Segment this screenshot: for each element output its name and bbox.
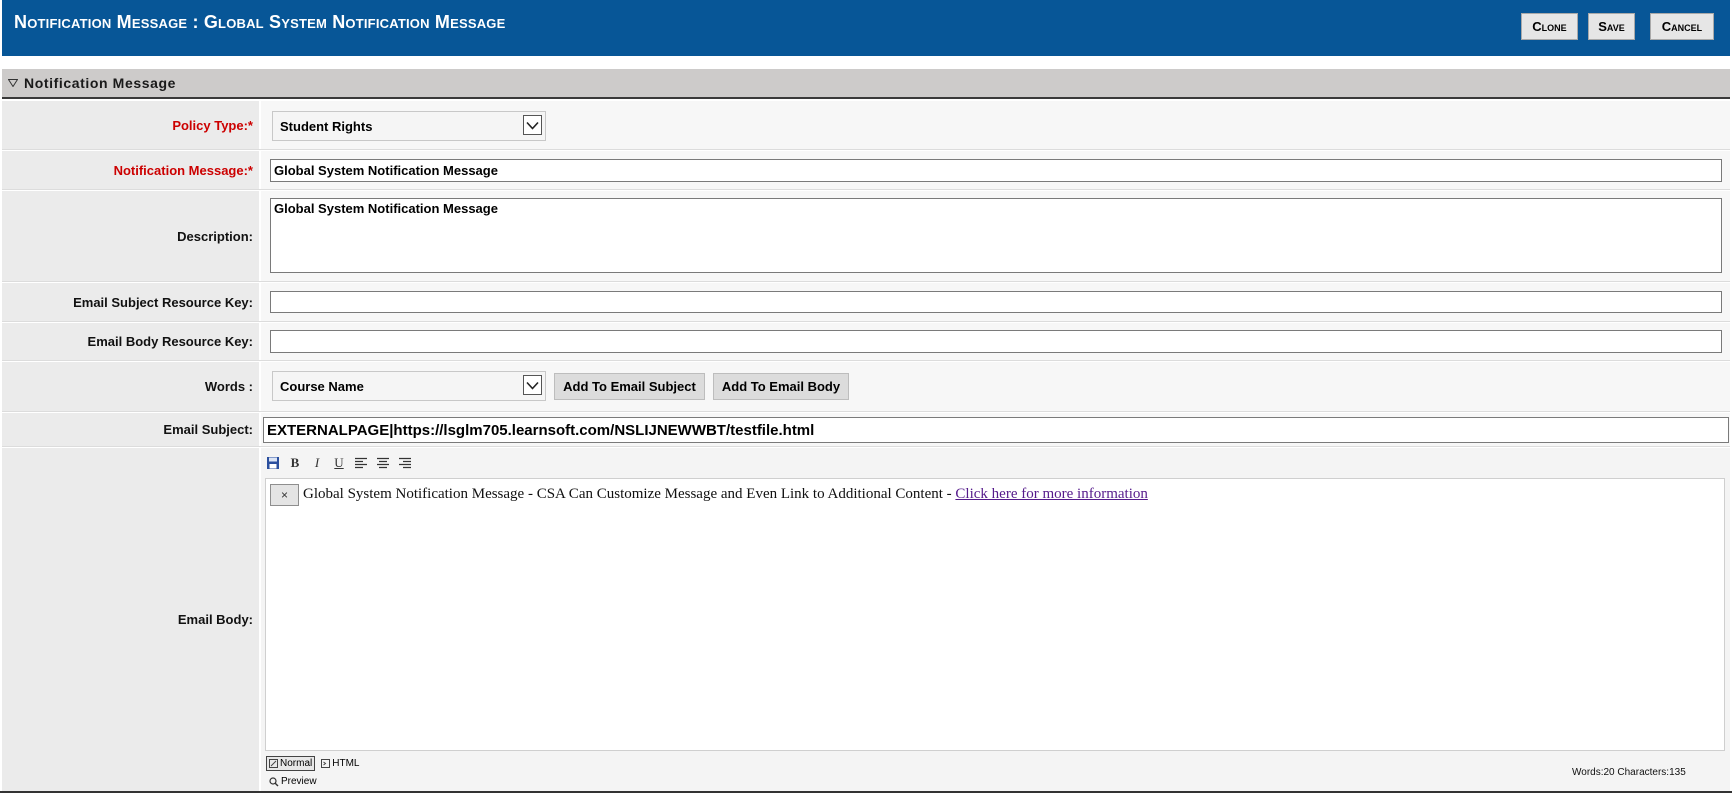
chevron-down-icon[interactable]	[523, 375, 542, 395]
email-body-editor[interactable]: × Global System Notification Message - C…	[265, 478, 1725, 751]
magnifier-icon	[269, 776, 279, 786]
html-icon	[321, 759, 331, 768]
preview-mode-label: Preview	[281, 776, 317, 787]
email-body-resource-key-label: Email Body Resource Key:	[2, 323, 259, 360]
more-information-link[interactable]: Click here for more information	[955, 486, 1147, 502]
remove-button[interactable]: ×	[270, 484, 299, 506]
normal-mode-label: Normal	[280, 758, 313, 769]
normal-mode-tab[interactable]: Normal	[266, 756, 316, 771]
email-body-label: Email Body:	[2, 448, 259, 791]
page-header: Notification Message : Global System Not…	[2, 0, 1730, 56]
add-to-email-body-button[interactable]: Add To Email Body	[713, 373, 849, 400]
save-button[interactable]: Save	[1588, 13, 1635, 40]
word-character-counter: Words:20 Characters:135	[1572, 767, 1686, 778]
add-to-email-subject-button[interactable]: Add To Email Subject	[554, 373, 705, 400]
notification-message-label: Notification Message:*	[2, 151, 259, 189]
page-title: Notification Message : Global System Not…	[14, 12, 506, 32]
email-subject-row: Email Subject:	[2, 413, 1730, 447]
policy-type-value: Student Rights	[280, 118, 373, 134]
editor-mode-tabs: Normal HTML	[266, 756, 361, 771]
underline-icon[interactable]: U	[330, 454, 348, 472]
policy-type-select[interactable]: Student Rights	[272, 111, 546, 141]
words-value: Course Name	[280, 378, 364, 394]
align-right-icon[interactable]	[396, 454, 414, 472]
description-label: Description:	[2, 191, 259, 281]
words-row: Words : Course Name Add To Email Subject…	[2, 362, 1730, 412]
clone-button[interactable]: Clone	[1521, 13, 1578, 40]
edit-icon	[269, 759, 278, 768]
save-icon[interactable]	[264, 454, 282, 472]
section-title: Notification Message	[24, 75, 177, 91]
email-body-text: Global System Notification Message - CSA…	[303, 486, 956, 502]
email-body-resource-key-row: Email Body Resource Key:	[2, 323, 1730, 361]
description-textarea[interactable]: Global System Notification Message	[270, 198, 1722, 273]
section-header[interactable]: Notification Message	[2, 69, 1730, 99]
align-left-icon[interactable]	[352, 454, 370, 472]
cancel-button[interactable]: Cancel	[1650, 13, 1714, 40]
html-mode-label: HTML	[332, 758, 360, 769]
notification-message-row: Notification Message:*	[2, 151, 1730, 190]
email-body-resource-key-input[interactable]	[270, 330, 1722, 353]
chevron-down-icon[interactable]	[523, 115, 542, 135]
email-subject-resource-key-row: Email Subject Resource Key:	[2, 283, 1730, 322]
email-subject-resource-key-input[interactable]	[270, 291, 1722, 313]
words-label: Words :	[2, 362, 259, 411]
editor-toolbar: B I U	[264, 450, 414, 476]
bold-icon[interactable]: B	[286, 454, 304, 472]
email-body-content[interactable]: Global System Notification Message - CSA…	[303, 486, 1148, 503]
html-mode-tab[interactable]: HTML	[319, 756, 361, 771]
description-row: Description: Global System Notification …	[2, 191, 1730, 282]
policy-type-label: Policy Type:*	[2, 101, 259, 149]
policy-type-row: Policy Type:* Student Rights	[2, 101, 1730, 150]
email-subject-input[interactable]	[263, 417, 1729, 443]
email-subject-resource-key-label: Email Subject Resource Key:	[2, 283, 259, 321]
align-center-icon[interactable]	[374, 454, 392, 472]
notification-message-input[interactable]	[270, 159, 1722, 182]
preview-mode-tab[interactable]: Preview	[269, 776, 317, 787]
words-select[interactable]: Course Name	[272, 371, 546, 401]
email-subject-label: Email Subject:	[2, 413, 259, 446]
triangle-down-icon[interactable]	[7, 77, 19, 89]
italic-icon[interactable]: I	[308, 454, 326, 472]
